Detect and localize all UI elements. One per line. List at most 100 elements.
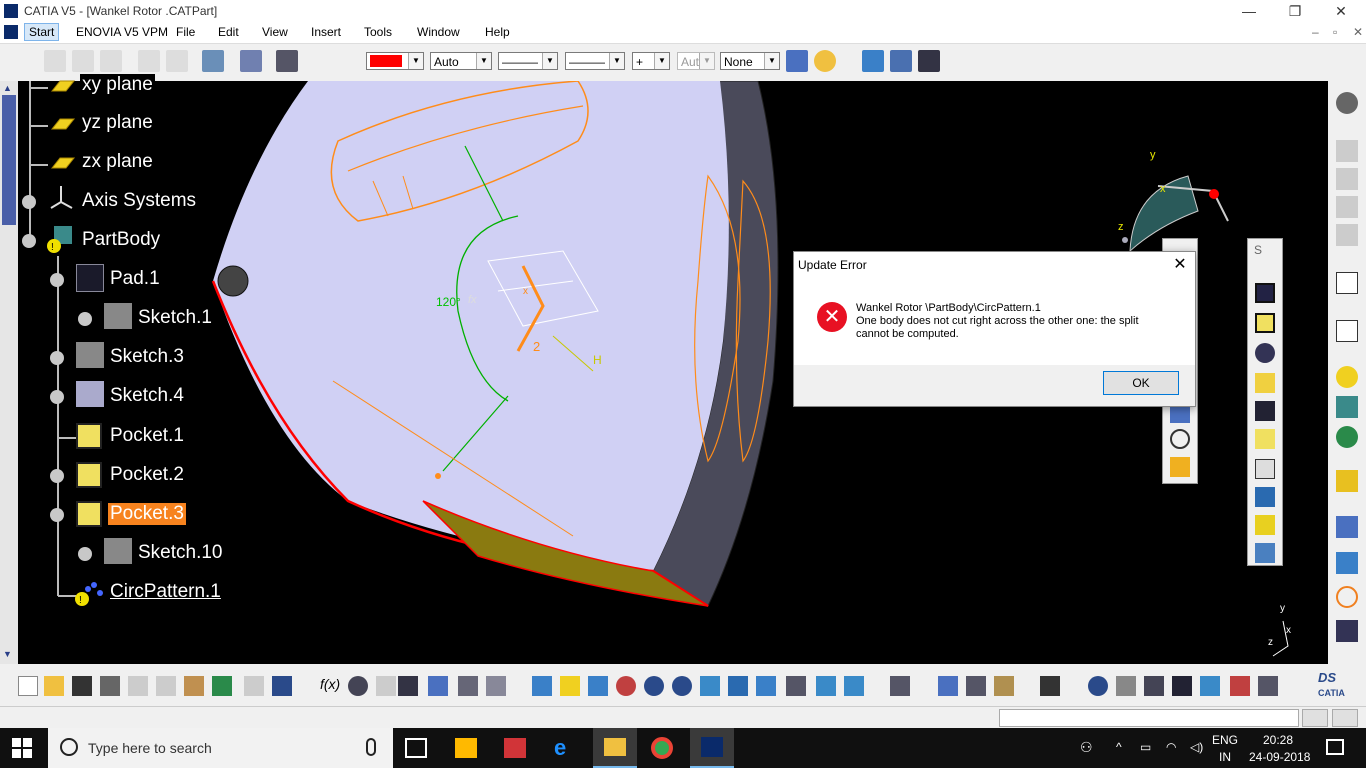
menu-edit[interactable]: Edit (218, 25, 239, 39)
capture-icon[interactable] (1040, 676, 1060, 696)
chrome-icon[interactable] (651, 737, 673, 759)
select-arrow-icon[interactable] (1336, 272, 1358, 294)
properties-icon[interactable] (814, 50, 836, 72)
ok-button[interactable]: OK (1103, 371, 1179, 395)
fit-all-icon[interactable] (560, 676, 580, 696)
print-icon[interactable] (100, 676, 120, 696)
shading-icon[interactable] (786, 676, 806, 696)
expand-toggle[interactable] (22, 195, 36, 209)
sketch-icon[interactable] (104, 303, 132, 329)
tree-item-sketch-1[interactable]: Sketch.1 (136, 307, 214, 329)
undo-icon[interactable] (212, 676, 232, 696)
target-icon[interactable] (1170, 429, 1190, 449)
point-combo[interactable]: + ▼ (632, 52, 670, 70)
tree-icon[interactable] (428, 676, 448, 696)
measure-between-icon[interactable] (938, 676, 958, 696)
grid-icon[interactable] (240, 50, 262, 72)
measure-icon[interactable] (862, 50, 884, 72)
pan-icon[interactable] (588, 676, 608, 696)
menu-tools[interactable]: Tools (364, 25, 392, 39)
collapse-toggle[interactable] (50, 273, 64, 287)
scroll-down-icon[interactable]: ▼ (3, 649, 12, 659)
shaft-tool-icon[interactable] (1255, 343, 1275, 363)
sketch-icon[interactable] (104, 538, 132, 564)
axis-icon[interactable] (1144, 676, 1164, 696)
doc-close-button[interactable]: ✕ (1353, 25, 1363, 39)
menu-help[interactable]: Help (485, 25, 510, 39)
analysis-icon[interactable] (890, 50, 912, 72)
pad-tool-icon[interactable] (1255, 283, 1275, 303)
tree-item-pocket-3[interactable]: Pocket.3 (108, 503, 186, 525)
stiffener-tool-icon[interactable] (1255, 487, 1275, 507)
tree-item-pocket-2[interactable]: Pocket.2 (108, 464, 186, 486)
language-indicator[interactable]: ENG (1212, 733, 1238, 747)
command-input[interactable] (999, 709, 1299, 727)
dress-up-icon[interactable] (1336, 366, 1358, 388)
save-icon[interactable] (72, 676, 92, 696)
loft-tool-icon[interactable] (1255, 515, 1275, 535)
rib-tool-icon[interactable] (1255, 429, 1275, 449)
whats-this-icon[interactable] (918, 50, 940, 72)
tree-item-sketch-10[interactable]: Sketch.10 (136, 542, 225, 564)
sketch-icon[interactable] (76, 381, 104, 407)
restore-button[interactable]: ❐ (1272, 0, 1318, 22)
sketch-tool-icon[interactable] (1336, 320, 1358, 342)
normal-view-icon[interactable] (700, 676, 720, 696)
linetype-combo[interactable]: ——— ▼ (498, 52, 558, 70)
menu-start[interactable]: Start (24, 23, 60, 41)
swap-visible-space-icon[interactable] (844, 676, 864, 696)
layer-filter-icon[interactable] (1200, 676, 1220, 696)
slot-tool-icon[interactable] (1255, 459, 1275, 479)
paste-icon[interactable] (184, 676, 204, 696)
tree-item-sketch-4[interactable]: Sketch.4 (108, 385, 186, 407)
tree-item-circpattern-1[interactable]: CircPattern.1 (108, 581, 223, 603)
compass-handle[interactable] (1209, 189, 1219, 199)
collapse-toggle[interactable] (22, 234, 36, 248)
network-icon[interactable]: ▭ (1140, 740, 1151, 754)
lock-icon[interactable] (458, 676, 478, 696)
deviation-icon[interactable] (1230, 676, 1250, 696)
surface-icon[interactable] (1336, 470, 1358, 492)
fly-mode-icon[interactable] (532, 676, 552, 696)
circpattern-icon[interactable]: ! (74, 577, 104, 607)
open-folder-icon[interactable] (44, 676, 64, 696)
help-icon[interactable] (272, 676, 292, 696)
zoom-out-icon[interactable] (672, 676, 692, 696)
chevron-up-icon[interactable]: ^ (1116, 740, 1122, 754)
pocket-icon[interactable] (76, 423, 102, 449)
pocket-icon[interactable] (76, 501, 102, 527)
menu-insert[interactable]: Insert (311, 25, 341, 39)
annotation-icon[interactable] (1336, 552, 1358, 574)
expand-toggle[interactable] (50, 351, 64, 365)
multi-view-icon[interactable] (728, 676, 748, 696)
notification-icon[interactable] (1326, 739, 1344, 755)
menu-window[interactable]: Window (417, 25, 460, 39)
new-file-icon[interactable] (18, 676, 38, 696)
document-icon[interactable] (4, 25, 18, 39)
layer-combo[interactable]: None ▼ (720, 52, 780, 70)
rotor-main-face[interactable] (213, 81, 729, 571)
iso-view-icon[interactable] (756, 676, 776, 696)
formula-icon[interactable]: f(x) (320, 676, 340, 696)
scrollbar-thumb[interactable] (2, 95, 16, 225)
hole-tool-icon[interactable] (1255, 373, 1275, 393)
transparency-combo[interactable]: Auto ▼ (430, 52, 492, 70)
wifi-icon[interactable]: ◠ (1166, 740, 1176, 754)
hide-show-icon[interactable] (816, 676, 836, 696)
expand-toggle[interactable] (50, 390, 64, 404)
color-combo[interactable]: ▼ (366, 52, 424, 70)
plane-icon[interactable] (48, 79, 76, 95)
tree-item-axis-systems[interactable]: Axis Systems (80, 190, 199, 212)
transformation-icon[interactable] (1336, 426, 1358, 448)
close-button[interactable]: ✕ (1318, 0, 1364, 22)
expand-toggle[interactable] (78, 312, 92, 326)
status-button[interactable] (1332, 709, 1358, 727)
tree-item-pocket-1[interactable]: Pocket.1 (108, 425, 186, 447)
volume-icon[interactable]: ◁) (1190, 740, 1203, 754)
spin-icon[interactable] (1088, 676, 1108, 696)
units-icon[interactable] (1172, 676, 1192, 696)
task-view-icon[interactable] (405, 738, 427, 758)
rotate-icon[interactable] (616, 676, 636, 696)
tree-item-sketch-3[interactable]: Sketch.3 (108, 346, 186, 368)
knowledge-icon[interactable] (486, 676, 506, 696)
